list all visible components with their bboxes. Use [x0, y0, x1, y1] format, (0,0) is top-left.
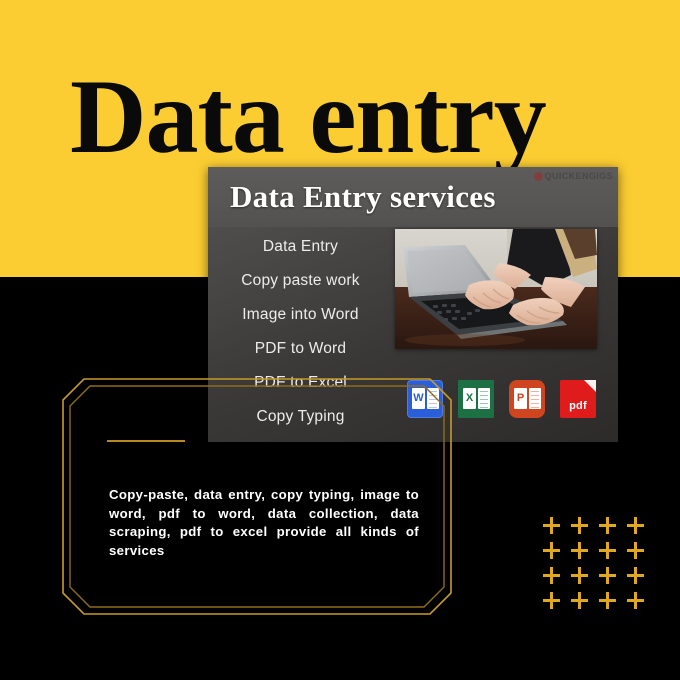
- plus-icon: [541, 541, 569, 566]
- list-item: Data Entry: [262, 238, 339, 255]
- plus-icon: [625, 566, 653, 591]
- watermark-label: quickengigs: [544, 171, 613, 181]
- plus-icon: [569, 566, 597, 591]
- excel-icon-letter: X: [463, 388, 476, 409]
- excel-icon: X: [458, 380, 494, 418]
- list-item: Image into Word: [242, 306, 359, 323]
- plus-icon: [625, 591, 653, 616]
- plus-icon: [597, 541, 625, 566]
- card-title: Data Entry services: [230, 179, 496, 214]
- plus-icon: [541, 591, 569, 616]
- laptop-typing-photo: [395, 229, 597, 349]
- plus-icon: [541, 566, 569, 591]
- excel-icon-page: [478, 388, 490, 409]
- plus-decoration-grid: [541, 516, 653, 616]
- powerpoint-icon-page: [529, 388, 541, 409]
- powerpoint-icon-letter: P: [514, 388, 527, 409]
- page-title: Data entry: [70, 58, 547, 175]
- gig-thumbnail-canvas: Data entry Data Entry services quickengi…: [0, 0, 680, 680]
- plus-icon: [597, 591, 625, 616]
- plus-icon: [569, 541, 597, 566]
- pdf-icon-label: pdf: [569, 400, 587, 412]
- plus-icon: [541, 516, 569, 541]
- plus-icon: [625, 541, 653, 566]
- list-item: Copy paste work: [241, 272, 360, 289]
- gold-divider-rule: [107, 440, 185, 442]
- list-item: PDF to Word: [254, 340, 347, 357]
- powerpoint-icon: P: [509, 380, 545, 418]
- plus-icon: [597, 516, 625, 541]
- watermark: quickengigs: [533, 171, 613, 181]
- plus-icon: [569, 591, 597, 616]
- quickengigs-logo-icon: [533, 171, 543, 181]
- plus-icon: [597, 566, 625, 591]
- description-text: Copy-paste, data entry, copy typing, ima…: [109, 487, 419, 558]
- plus-icon: [625, 516, 653, 541]
- plus-icon: [569, 516, 597, 541]
- pdf-icon-fold: [584, 380, 596, 392]
- pdf-icon: pdf: [560, 380, 596, 418]
